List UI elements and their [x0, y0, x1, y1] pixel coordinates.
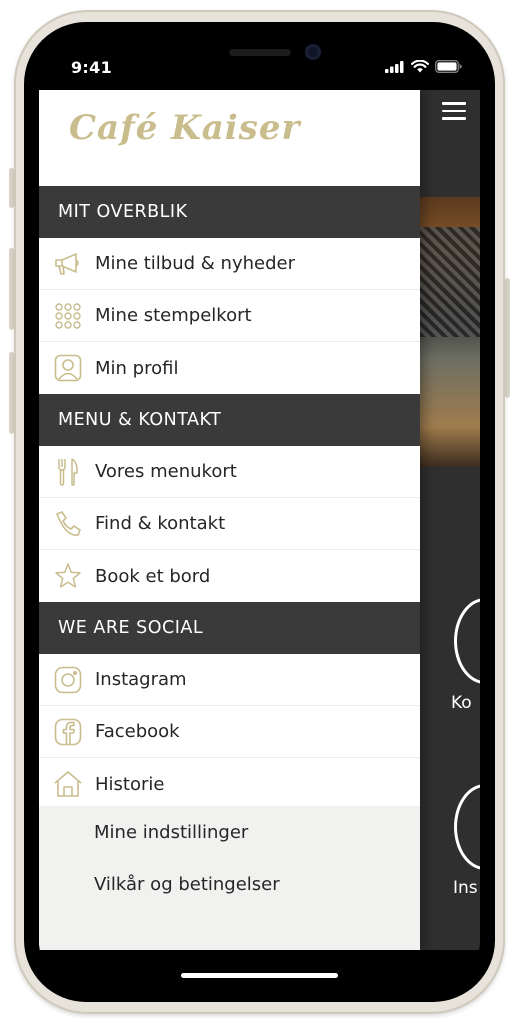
battery-icon [435, 60, 462, 73]
megaphone-icon [53, 249, 83, 279]
cafe-photo [420, 197, 480, 467]
background-app: Ko Ins [420, 90, 480, 950]
screen: 9:41 Ko Ins Café Kaiser MIT OVERBLIK Min… [39, 38, 480, 987]
instagram-circle-button[interactable] [454, 784, 480, 870]
menu-item-tilbud-nyheder[interactable]: Mine tilbud & nyheder [39, 238, 420, 290]
status-bar: 9:41 [39, 38, 480, 90]
photo-chair-detail [420, 227, 480, 337]
instagram-icon [53, 665, 83, 695]
menu-item-find-kontakt[interactable]: Find & kontakt [39, 498, 420, 550]
earpiece-speaker [229, 49, 291, 56]
settings-link-indstillinger[interactable]: Mine indstillinger [39, 806, 420, 858]
menu-item-label: Min profil [95, 357, 179, 379]
facebook-icon [53, 717, 83, 747]
navigation-drawer: Café Kaiser MIT OVERBLIK Mine tilbud & n… [39, 90, 420, 950]
star-icon [53, 561, 83, 591]
menu-item-instagram[interactable]: Instagram [39, 654, 420, 706]
wifi-icon [411, 60, 429, 73]
menu-item-label: Facebook [95, 721, 180, 742]
home-indicator[interactable] [181, 973, 338, 978]
menu-item-label: Historie [95, 773, 165, 795]
settings-area: Mine indstillinger Vilkår og betingelser [39, 806, 420, 950]
user-profile-icon [53, 353, 83, 383]
menu-item-label: Mine tilbud & nyheder [95, 253, 295, 274]
menu-item-menukort[interactable]: Vores menukort [39, 446, 420, 498]
menu-item-historie[interactable]: Historie [39, 758, 420, 810]
power-button [505, 278, 510, 398]
contact-circle-button[interactable] [454, 598, 480, 684]
stamp-grid-icon [53, 301, 83, 331]
front-camera [305, 44, 321, 60]
instagram-label: Ins [453, 878, 478, 898]
status-icons [385, 60, 462, 73]
contact-label: Ko [451, 693, 472, 713]
cellular-signal-icon [385, 60, 404, 73]
hamburger-line [442, 117, 466, 120]
phone-icon [53, 509, 83, 539]
menu-item-facebook[interactable]: Facebook [39, 706, 420, 758]
logo-area: Café Kaiser [39, 90, 420, 186]
menu-item-label: Vores menukort [95, 461, 237, 482]
menu-item-label: Instagram [95, 669, 187, 690]
settings-link-vilkaar[interactable]: Vilkår og betingelser [39, 858, 420, 910]
section-header-menu-kontakt: MENU & KONTAKT [39, 394, 420, 446]
hamburger-menu-button[interactable] [442, 102, 466, 122]
fork-knife-icon [53, 457, 83, 487]
cafe-kaiser-logo[interactable]: Café Kaiser [69, 108, 300, 148]
menu-item-label: Book et bord [95, 565, 211, 587]
menu-item-min-profil[interactable]: Min profil [39, 342, 420, 394]
menu-item-label: Find & kontakt [95, 513, 226, 534]
menu-item-book-bord[interactable]: Book et bord [39, 550, 420, 602]
hamburger-line [442, 102, 466, 105]
menu-item-label: Mine stempelkort [95, 305, 252, 326]
hamburger-line [442, 109, 466, 112]
menu-item-stempelkort[interactable]: Mine stempelkort [39, 290, 420, 342]
section-header-we-are-social: WE ARE SOCIAL [39, 602, 420, 654]
section-header-mit-overblik: MIT OVERBLIK [39, 186, 420, 238]
status-time: 9:41 [71, 58, 112, 77]
home-icon [53, 769, 83, 799]
